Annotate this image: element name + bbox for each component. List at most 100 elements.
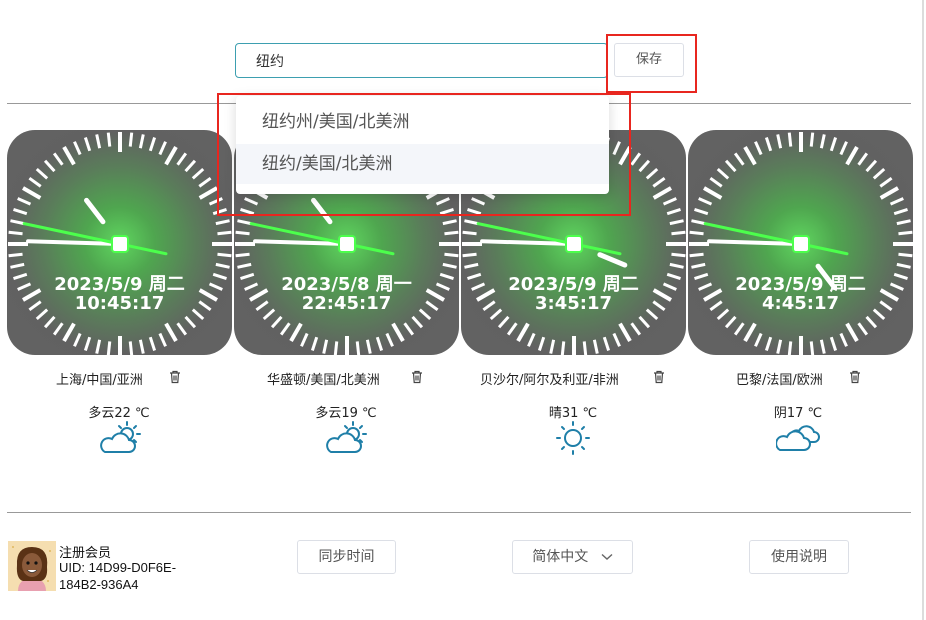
- clock-tick: [235, 252, 250, 258]
- clock-tick: [819, 339, 826, 354]
- delete-icon[interactable]: [848, 370, 862, 384]
- clock-tick: [52, 322, 64, 336]
- clock-tick: [527, 332, 536, 347]
- city-label-paris: 巴黎/法国/欧洲: [736, 373, 823, 388]
- clock-tick: [652, 186, 672, 200]
- clock-tick: [776, 134, 783, 149]
- clock-tick: [158, 332, 167, 347]
- clock-tick: [618, 146, 632, 166]
- clock-tick: [73, 332, 82, 347]
- weather-text: 多云22 ℃: [88, 406, 150, 421]
- clock-time: 10:45:17: [74, 293, 165, 314]
- hour-hand: [311, 197, 333, 225]
- city-label-shanghai: 上海/中国/亚洲: [56, 373, 143, 388]
- city-search-input[interactable]: [235, 43, 608, 78]
- clock-tick: [787, 132, 793, 147]
- clock-tick: [83, 137, 92, 152]
- clock-tick: [158, 141, 167, 156]
- clock-tick: [198, 176, 212, 188]
- clock-time: 4:45:17: [761, 293, 840, 314]
- cloudy-icon: [776, 425, 820, 451]
- clock-tick: [35, 167, 49, 180]
- help-button[interactable]: 使用说明: [749, 540, 849, 574]
- clock-tick: [865, 315, 878, 329]
- delete-icon[interactable]: [410, 370, 424, 384]
- clock-tick: [106, 132, 112, 147]
- clock-tick: [560, 341, 566, 355]
- clock-tick: [497, 315, 510, 329]
- second-hand: [22, 222, 168, 256]
- clock-tick: [10, 219, 25, 226]
- clock-tick: [669, 219, 684, 226]
- delete-icon[interactable]: [168, 370, 182, 384]
- partly-cloudy-icon: [100, 421, 141, 453]
- clock-card: 2023/5/9 周二 4:45:17: [688, 130, 913, 355]
- clock-tick: [896, 219, 911, 226]
- avatar[interactable]: [8, 541, 56, 591]
- clock-tick: [244, 197, 259, 206]
- clock-tick: [444, 230, 459, 236]
- hour-hand: [84, 197, 106, 225]
- clock-tick: [733, 322, 745, 336]
- language-select[interactable]: 简体中文: [512, 540, 633, 574]
- clock-tick: [857, 152, 869, 166]
- clock-tick: [289, 322, 303, 342]
- clock-tick: [300, 332, 309, 347]
- clock-tick: [43, 159, 56, 173]
- clock-tick: [462, 230, 477, 236]
- clock-tick: [618, 322, 632, 342]
- clock-tick: [215, 219, 230, 226]
- clock-tick: [43, 315, 56, 329]
- clock-tick: [602, 336, 611, 351]
- suggestion-option[interactable]: 纽约州/美国/北美洲: [236, 102, 609, 142]
- clock-tick: [776, 339, 783, 354]
- clock-tick: [62, 146, 76, 166]
- suggestion-option[interactable]: 纽约/美国/北美洲: [236, 144, 609, 184]
- sync-time-button[interactable]: 同步时间: [297, 540, 396, 574]
- clock-tick: [839, 332, 848, 347]
- sunny-icon: [556, 421, 590, 455]
- clock-tick: [638, 315, 651, 329]
- clock-tick: [442, 219, 457, 226]
- clock-tick: [62, 322, 76, 342]
- clock-tick: [184, 315, 197, 329]
- clock-tick: [829, 137, 838, 152]
- bottom-divider: [7, 512, 911, 513]
- clock-tick: [787, 341, 793, 355]
- clock-tick: [896, 262, 911, 269]
- clock-tick: [442, 262, 457, 269]
- clock-tick: [385, 332, 394, 347]
- clock-tick: [435, 197, 450, 206]
- clock-tick: [724, 159, 737, 173]
- clock-tick: [215, 262, 230, 269]
- weather-text: 晴31 ℃: [548, 406, 598, 421]
- clock-tick: [689, 252, 704, 258]
- clock-tick: [709, 176, 723, 188]
- language-select-label: 简体中文: [532, 549, 589, 565]
- clock-tick: [212, 207, 227, 216]
- clock-tick: [462, 252, 477, 258]
- clock-tick: [662, 197, 677, 206]
- clock-tick: [689, 230, 704, 236]
- clock-tick: [322, 339, 329, 354]
- clock-tick: [898, 230, 913, 236]
- clock-time: 22:45:17: [301, 293, 392, 314]
- clock-tick: [612, 332, 621, 347]
- clock-tick: [148, 336, 157, 351]
- save-button[interactable]: 保存: [614, 43, 684, 77]
- clock-tick: [467, 207, 482, 216]
- weather-text: 阴17 ℃: [773, 406, 823, 421]
- clock-tick: [809, 132, 815, 147]
- clock-tick: [516, 322, 530, 342]
- clock-tick: [411, 315, 424, 329]
- weather-text: 多云19 ℃: [315, 406, 377, 421]
- clock-tick: [279, 322, 291, 336]
- clock-tick: [176, 322, 188, 336]
- delete-icon[interactable]: [652, 370, 666, 384]
- clock-face: [8, 132, 232, 355]
- clock-tick: [128, 132, 134, 147]
- clock-tick: [106, 341, 112, 355]
- clock-tick: [582, 341, 588, 355]
- clock-tick: [8, 252, 23, 258]
- clock-tick: [879, 176, 893, 188]
